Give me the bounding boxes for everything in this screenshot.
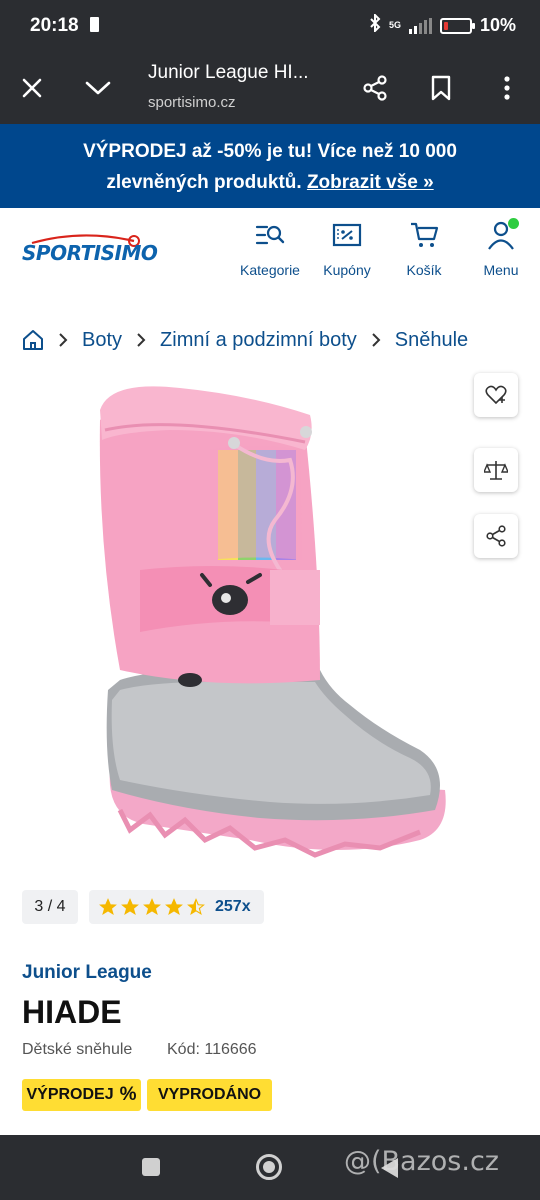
recent-apps-icon[interactable] bbox=[142, 1158, 160, 1176]
chevron-right-icon bbox=[136, 332, 146, 348]
review-count[interactable]: 257x bbox=[215, 898, 251, 916]
chevron-right-icon bbox=[371, 332, 381, 348]
battery-icon bbox=[439, 17, 475, 34]
breadcrumb-item-zimni-boty[interactable]: Zimní a podzimní boty bbox=[160, 329, 357, 352]
nav-kategorie[interactable]: Kategorie bbox=[230, 218, 310, 278]
cart-icon bbox=[384, 218, 464, 252]
rating-stars bbox=[99, 898, 205, 916]
sale-badge: VÝPRODEJ % bbox=[22, 1079, 141, 1111]
star-icon bbox=[99, 898, 117, 915]
product-image[interactable] bbox=[90, 370, 460, 870]
promo-banner: VÝPRODEJ až -50% je tu! Více než 10 000 … bbox=[0, 124, 540, 208]
image-pager: 3 / 4 bbox=[22, 890, 78, 924]
page-domain[interactable]: sportisimo.cz bbox=[148, 94, 236, 111]
promo-line-1: VÝPRODEJ až -50% je tu! Více než 10 000 bbox=[83, 141, 457, 162]
browser-toolbar: Junior League HI... sportisimo.cz bbox=[0, 52, 540, 124]
share-product-button[interactable] bbox=[474, 514, 518, 558]
battery-percent: 10% bbox=[479, 15, 516, 35]
bluetooth-icon bbox=[369, 12, 381, 37]
promo-text: zlevněných produktů. bbox=[106, 172, 302, 193]
sd-card-icon bbox=[90, 17, 99, 32]
product-code: Kód: 116666 bbox=[167, 1041, 257, 1058]
sale-badge-label: VÝPRODEJ bbox=[26, 1086, 114, 1103]
logo-text: SPORTISIMO bbox=[22, 241, 158, 265]
product-name: HIADE bbox=[22, 994, 122, 1030]
sold-out-badge-label: VYPRODÁNO bbox=[157, 1086, 262, 1103]
product-brand[interactable]: Junior League bbox=[22, 962, 152, 984]
nav-kosik-label: Košík bbox=[406, 262, 442, 278]
bookmark-icon[interactable] bbox=[423, 70, 459, 106]
network-type: 5G bbox=[388, 20, 401, 30]
nav-menu[interactable]: Menu bbox=[461, 218, 540, 278]
chevron-down-icon[interactable] bbox=[80, 70, 116, 106]
breadcrumb: Boty Zimní a podzimní boty Sněhule bbox=[22, 322, 468, 358]
coupon-icon bbox=[307, 218, 387, 252]
signal-icon bbox=[408, 17, 432, 34]
nav-menu-label: Menu bbox=[483, 262, 519, 278]
page-title[interactable]: Junior League HI... bbox=[148, 62, 309, 84]
nav-kupony[interactable]: Kupóny bbox=[307, 218, 387, 278]
percent-icon: % bbox=[119, 1084, 137, 1105]
site-header: SPORTISIMO Kategorie Kupóny Košík Menu bbox=[0, 208, 540, 298]
compare-scale-icon bbox=[484, 459, 508, 481]
chevron-right-icon bbox=[58, 332, 68, 348]
compare-button[interactable] bbox=[474, 448, 518, 492]
home-icon[interactable] bbox=[22, 329, 44, 351]
close-icon[interactable] bbox=[14, 70, 50, 106]
star-icon bbox=[143, 898, 161, 915]
rating-summary[interactable]: 257x bbox=[89, 890, 264, 924]
star-icon bbox=[121, 898, 139, 915]
product-category: Dětské sněhule bbox=[22, 1041, 133, 1058]
breadcrumb-item-boty[interactable]: Boty bbox=[82, 329, 122, 352]
share-icon[interactable] bbox=[357, 70, 393, 106]
nav-kosik[interactable]: Košík bbox=[384, 218, 464, 278]
wishlist-heart-icon bbox=[485, 385, 507, 405]
sold-out-badge: VYPRODÁNO bbox=[147, 1079, 272, 1111]
wishlist-button[interactable] bbox=[474, 373, 518, 417]
star-icon bbox=[187, 898, 205, 915]
sportisimo-logo[interactable]: SPORTISIMO bbox=[22, 233, 158, 278]
promo-show-all-link[interactable]: Zobrazit vše » bbox=[307, 172, 434, 193]
nav-kategorie-label: Kategorie bbox=[240, 262, 300, 278]
nav-kupony-label: Kupóny bbox=[323, 262, 371, 278]
status-bar: 20:18 5G 10% bbox=[0, 0, 540, 52]
category-search-icon bbox=[230, 218, 310, 252]
promo-line-2: zlevněných produktů. Zobrazit vše » bbox=[0, 167, 540, 198]
share-icon bbox=[485, 525, 507, 547]
star-icon bbox=[165, 898, 183, 915]
online-indicator bbox=[508, 218, 519, 229]
home-button-icon[interactable] bbox=[256, 1154, 282, 1180]
watermark: @(Bazos.cz bbox=[344, 1146, 499, 1177]
more-icon[interactable] bbox=[489, 70, 525, 106]
status-indicators: 5G 10% bbox=[369, 12, 516, 37]
status-time: 20:18 bbox=[30, 15, 79, 36]
breadcrumb-item-snehule[interactable]: Sněhule bbox=[395, 329, 468, 352]
user-icon bbox=[461, 218, 540, 252]
